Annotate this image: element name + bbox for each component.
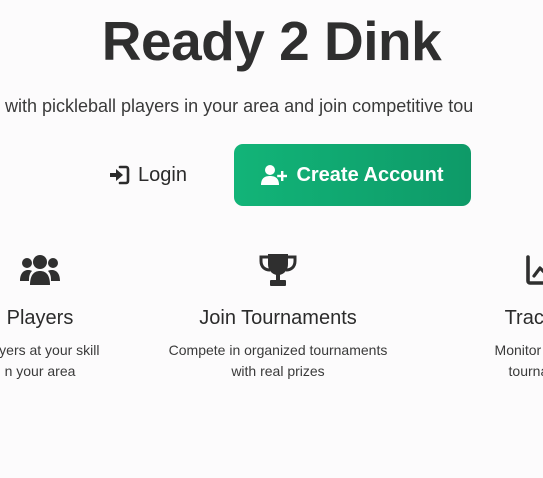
feature-desc-line: with real prizes [231,363,325,379]
landing-page: Ready 2 Dink with pickleball players in … [0,0,543,478]
login-button[interactable]: Login [108,158,187,192]
feature-title: Join Tournaments [199,307,357,329]
feature-description: Compete in organized tournaments with re… [148,340,408,382]
user-plus-icon [261,164,288,186]
feature-desc-line: n your area [4,363,76,379]
sign-in-icon [108,165,130,185]
feature-title: Track Pr [504,307,543,329]
feature-description: Monitor your wi tournamen [412,340,543,382]
chart-icon [412,250,543,290]
create-account-label: Create Account [296,163,444,186]
hero-subtitle: with pickleball players in your area and… [5,96,474,116]
feature-join-tournaments: Join Tournaments Compete in organized to… [148,250,408,382]
feature-description: players at your skill n your area [0,340,170,382]
feature-desc-line: Monitor your wi [494,342,543,358]
feature-title: Players [6,307,74,329]
feature-desc-line: tournamen [508,363,543,379]
create-account-button[interactable]: Create Account [234,144,471,206]
trophy-icon [148,250,408,290]
login-label: Login [138,163,187,186]
feature-find-players: Players players at your skill n your are… [0,250,170,382]
page-title: Ready 2 Dink [101,10,442,72]
feature-desc-line: Compete in organized tournaments [168,342,388,358]
feature-track-progress: Track Pr Monitor your wi tournamen [412,250,543,382]
feature-desc-line: players at your skill [0,342,100,358]
users-icon [0,250,170,290]
